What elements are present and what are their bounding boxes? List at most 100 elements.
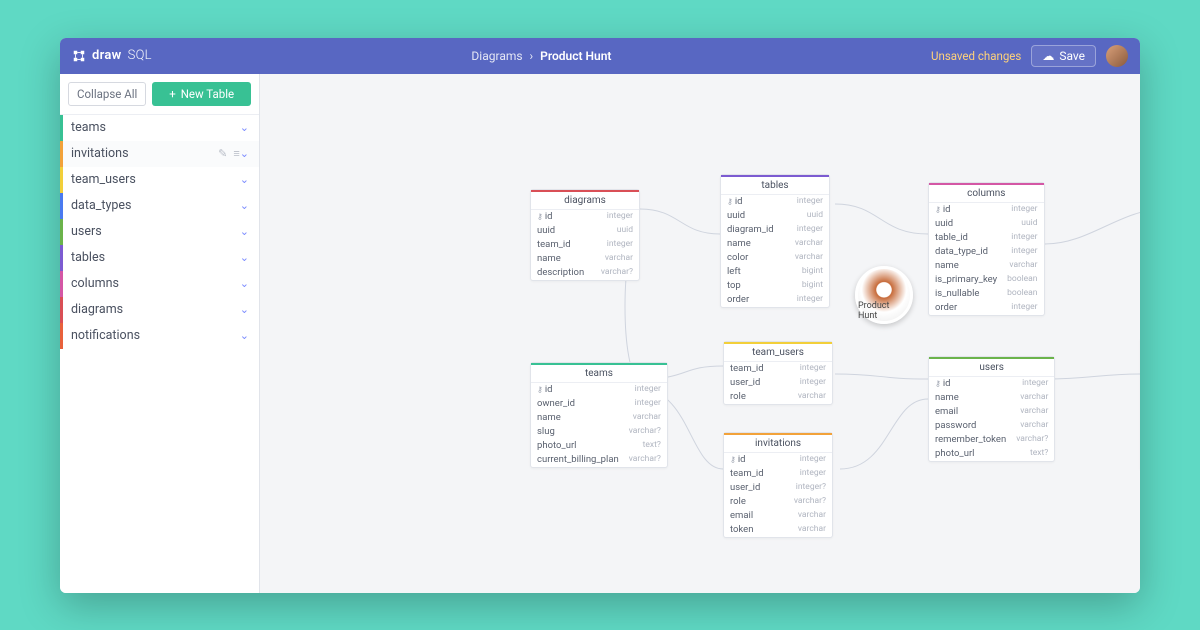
table-column[interactable]: rolevarchar xyxy=(724,390,832,404)
chevron-down-icon[interactable]: ⌄ xyxy=(240,251,249,264)
sidebar-item-diagrams[interactable]: diagrams⌄ xyxy=(60,297,259,323)
sidebar-item-teams[interactable]: teams⌄ xyxy=(60,115,259,141)
sidebar-item-label: team_users xyxy=(63,172,240,187)
table-column[interactable]: user_idinteger xyxy=(724,376,832,390)
table-column[interactable]: data_type_idinteger xyxy=(929,245,1044,259)
table-title: team_users xyxy=(724,342,832,362)
table-column[interactable]: table_idinteger xyxy=(929,231,1044,245)
table-column[interactable]: emailvarchar xyxy=(929,405,1054,419)
table-title: teams xyxy=(531,363,667,383)
table-column[interactable]: uuiduuid xyxy=(531,224,639,238)
app-frame: drawSQL Diagrams › Product Hunt Unsaved … xyxy=(60,38,1140,593)
logo-icon xyxy=(72,49,86,63)
sidebar-item-users[interactable]: users⌄ xyxy=(60,219,259,245)
brand-logo[interactable]: drawSQL xyxy=(72,48,152,63)
table-column[interactable]: diagram_idinteger xyxy=(721,223,829,237)
sidebar: Collapse All + New Table teams⌄invitatio… xyxy=(60,74,260,593)
chevron-down-icon[interactable]: ⌄ xyxy=(240,173,249,186)
chevron-down-icon[interactable]: ⌄ xyxy=(240,147,249,160)
save-label: Save xyxy=(1059,49,1085,63)
table-column[interactable]: topbigint xyxy=(721,279,829,293)
table-invitations[interactable]: invitationsidintegerteam_idintegeruser_i… xyxy=(723,432,833,538)
canvas[interactable]: Product Hunt diagramsidintegeruuiduuidte… xyxy=(260,74,1140,593)
table-diagrams[interactable]: diagramsidintegeruuiduuidteam_idintegern… xyxy=(530,189,640,281)
table-column[interactable]: user_idinteger? xyxy=(724,481,832,495)
chevron-down-icon[interactable]: ⌄ xyxy=(240,329,249,342)
cloud-icon: ☁ xyxy=(1042,49,1054,63)
table-column[interactable]: uuiduuid xyxy=(721,209,829,223)
table-teams[interactable]: teamsidintegerowner_idintegernamevarchar… xyxy=(530,362,668,468)
table-column[interactable]: slugvarchar? xyxy=(531,425,667,439)
table-column[interactable]: namevarchar xyxy=(531,411,667,425)
breadcrumb: Diagrams › Product Hunt xyxy=(152,49,931,63)
unsaved-indicator: Unsaved changes xyxy=(931,49,1021,63)
table-title: users xyxy=(929,357,1054,377)
table-column[interactable]: team_idinteger xyxy=(724,362,832,376)
avatar[interactable] xyxy=(1106,45,1128,67)
table-column[interactable]: is_primary_keyboolean xyxy=(929,273,1044,287)
sidebar-item-invitations[interactable]: invitations✎≡⌄ xyxy=(60,141,259,167)
table-column[interactable]: leftbigint xyxy=(721,265,829,279)
new-table-button[interactable]: + New Table xyxy=(152,82,251,106)
table-column[interactable]: idinteger xyxy=(531,383,667,397)
table-column[interactable]: team_idinteger xyxy=(724,467,832,481)
breadcrumb-parent[interactable]: Diagrams xyxy=(471,49,522,63)
topbar-right: Unsaved changes ☁ Save xyxy=(931,45,1128,67)
chevron-down-icon[interactable]: ⌄ xyxy=(240,277,249,290)
table-column[interactable]: photo_urltext? xyxy=(929,447,1054,461)
table-title: tables xyxy=(721,175,829,195)
plus-icon: + xyxy=(169,87,176,101)
table-column[interactable]: orderinteger xyxy=(721,293,829,307)
table-column[interactable]: rolevarchar? xyxy=(724,495,832,509)
table-team_users[interactable]: team_usersteam_idintegeruser_idintegerro… xyxy=(723,341,833,405)
table-column[interactable]: descriptionvarchar? xyxy=(531,266,639,280)
table-column[interactable]: idinteger xyxy=(929,203,1044,217)
table-column[interactable]: namevarchar xyxy=(929,259,1044,273)
chevron-down-icon[interactable]: ⌄ xyxy=(240,303,249,316)
chevron-down-icon[interactable]: ⌄ xyxy=(240,121,249,134)
sidebar-item-label: data_types xyxy=(63,198,240,213)
sidebar-toolbar: Collapse All + New Table xyxy=(60,74,259,115)
table-column[interactable]: remember_tokenvarchar? xyxy=(929,433,1054,447)
table-column[interactable]: emailvarchar xyxy=(724,509,832,523)
table-column[interactable]: passwordvarchar xyxy=(929,419,1054,433)
table-column[interactable]: colorvarchar xyxy=(721,251,829,265)
sidebar-item-notifications[interactable]: notifications⌄ xyxy=(60,323,259,349)
table-column[interactable]: photo_urltext? xyxy=(531,439,667,453)
sidebar-item-label: diagrams xyxy=(63,302,240,317)
table-column[interactable]: uuiduuid xyxy=(929,217,1044,231)
sidebar-item-label: invitations xyxy=(63,146,218,161)
table-column[interactable]: idinteger xyxy=(531,210,639,224)
chevron-down-icon[interactable]: ⌄ xyxy=(240,199,249,212)
table-tables[interactable]: tablesidintegeruuiduuiddiagram_idinteger… xyxy=(720,174,830,308)
table-column[interactable]: namevarchar xyxy=(929,391,1054,405)
sidebar-item-tables[interactable]: tables⌄ xyxy=(60,245,259,271)
breadcrumb-current: Product Hunt xyxy=(540,49,611,63)
table-column[interactable]: orderinteger xyxy=(929,301,1044,315)
sidebar-item-label: notifications xyxy=(63,328,240,343)
table-users[interactable]: usersidintegernamevarcharemailvarcharpas… xyxy=(928,356,1055,462)
pencil-icon[interactable]: ✎ xyxy=(218,147,227,160)
sidebar-item-data_types[interactable]: data_types⌄ xyxy=(60,193,259,219)
save-button[interactable]: ☁ Save xyxy=(1031,45,1096,67)
table-columns[interactable]: columnsidintegeruuiduuidtable_idintegerd… xyxy=(928,182,1045,316)
table-column[interactable]: owner_idinteger xyxy=(531,397,667,411)
table-column[interactable]: idinteger xyxy=(929,377,1054,391)
sidebar-item-team_users[interactable]: team_users⌄ xyxy=(60,167,259,193)
sidebar-item-label: columns xyxy=(63,276,240,291)
sidebar-item-columns[interactable]: columns⌄ xyxy=(60,271,259,297)
workspace: Collapse All + New Table teams⌄invitatio… xyxy=(60,74,1140,593)
table-column[interactable]: namevarchar xyxy=(531,252,639,266)
table-column[interactable]: namevarchar xyxy=(721,237,829,251)
new-table-label: New Table xyxy=(181,87,234,101)
table-column[interactable]: team_idinteger xyxy=(531,238,639,252)
collapse-all-button[interactable]: Collapse All xyxy=(68,82,146,106)
topbar: drawSQL Diagrams › Product Hunt Unsaved … xyxy=(60,38,1140,74)
table-column[interactable]: idinteger xyxy=(724,453,832,467)
table-column[interactable]: current_billing_planvarchar? xyxy=(531,453,667,467)
chevron-down-icon[interactable]: ⌄ xyxy=(240,225,249,238)
sidebar-item-label: users xyxy=(63,224,240,239)
table-column[interactable]: idinteger xyxy=(721,195,829,209)
table-column[interactable]: tokenvarchar xyxy=(724,523,832,537)
table-column[interactable]: is_nullableboolean xyxy=(929,287,1044,301)
